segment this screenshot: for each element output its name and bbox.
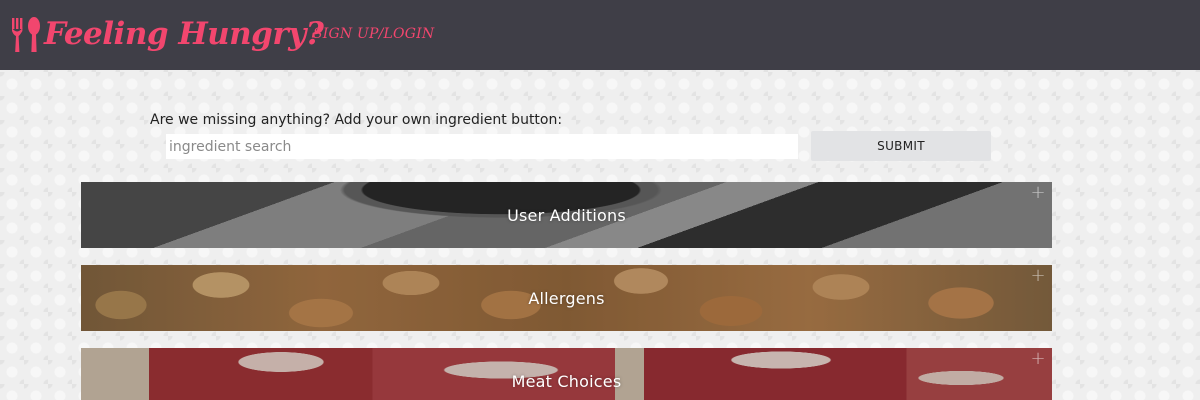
brand-logo-link[interactable]: Feeling Hungry? [10,12,324,56]
plus-icon[interactable]: + [1030,350,1046,368]
panel-title: Allergens [528,288,605,308]
signup-login-link[interactable]: SIGN UP/LOGIN [313,26,434,42]
plus-icon[interactable]: + [1030,184,1046,202]
navbar: Feeling Hungry? SIGN UP/LOGIN [0,0,1200,70]
plus-icon[interactable]: + [1030,267,1046,285]
panel-title: User Additions [507,205,626,225]
add-ingredient-label: Are we missing anything? Add your own in… [150,112,563,128]
submit-button[interactable]: SUBMIT [811,131,991,161]
category-panel-user-additions[interactable]: User Additions + [81,182,1052,248]
panel-title: Meat Choices [511,371,622,391]
fork-spoon-icon [10,14,44,54]
category-panel-allergens[interactable]: Allergens + [81,265,1052,331]
brand-title: Feeling Hungry? [44,16,324,52]
ingredient-search-input[interactable] [166,134,798,159]
category-panel-meat-choices[interactable]: Meat Choices + [81,348,1052,400]
